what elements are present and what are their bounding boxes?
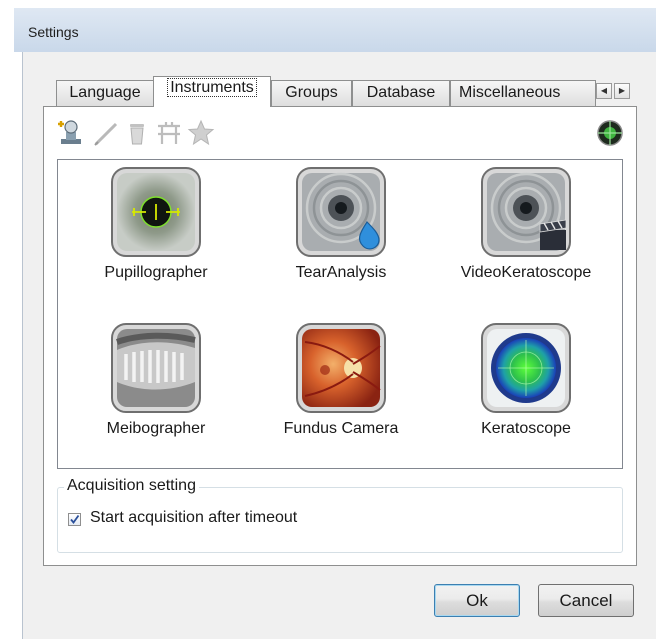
instrument-item-tearanalysis[interactable]: TearAnalysis	[251, 166, 431, 282]
tab-label: Miscellaneous	[459, 84, 561, 101]
tab-label: Database	[366, 84, 436, 101]
edit-pencil-icon[interactable]	[92, 118, 122, 148]
tab-groups[interactable]: Groups	[271, 80, 352, 106]
instrument-item-pupillographer[interactable]: Pupillographer	[66, 166, 246, 282]
triangle-left-icon: ◀	[600, 86, 608, 95]
tab-database[interactable]: Database	[352, 80, 450, 106]
tear-rings-icon	[296, 167, 386, 257]
video-rings-icon	[481, 167, 571, 257]
pupil-eye-icon	[111, 167, 201, 257]
favorite-star-icon[interactable]	[186, 118, 216, 148]
device-config-icon[interactable]	[154, 118, 184, 148]
instruments-tab-panel: Pupillographer TearAnalysis VideoKeratos…	[43, 106, 637, 566]
instrument-label: Meibographer	[106, 420, 206, 437]
instrument-item-keratoscope[interactable]: Keratoscope	[436, 322, 616, 438]
cornea-map-icon	[481, 323, 571, 413]
tab-language[interactable]: Language	[56, 80, 154, 106]
instrument-item-fundus-camera[interactable]: Fundus Camera	[251, 322, 431, 438]
dialog-client-area: Language Instruments Groups Database Mis…	[22, 52, 656, 639]
checkmark-icon	[70, 514, 80, 524]
triangle-right-icon: ▶	[618, 86, 626, 95]
instrument-item-videokeratoscope[interactable]: VideoKeratoscope	[436, 166, 616, 282]
retina-fundus-icon	[296, 323, 386, 413]
tab-miscellaneous[interactable]: Miscellaneous	[450, 80, 596, 106]
settings-window: Settings Language Instruments Groups Dat…	[14, 8, 656, 639]
start-acquisition-checkbox[interactable]	[68, 513, 81, 526]
add-instrument-icon[interactable]	[56, 118, 86, 148]
tab-label: Instruments	[167, 78, 257, 97]
tab-scroll-right-button[interactable]: ▶	[614, 83, 630, 99]
delete-trash-icon[interactable]	[122, 118, 152, 148]
cancel-button[interactable]: Cancel	[538, 584, 634, 617]
tab-label: Groups	[285, 84, 338, 101]
instrument-label: TearAnalysis	[295, 264, 387, 281]
instrument-label: Pupillographer	[104, 264, 208, 281]
crosshair-status-icon[interactable]	[596, 119, 624, 147]
acquisition-setting-group: Acquisition setting Start acquisition af…	[57, 477, 623, 553]
instrument-label: Fundus Camera	[283, 420, 399, 437]
group-title: Acquisition setting	[64, 477, 199, 495]
title-bar[interactable]: Settings	[14, 8, 656, 52]
eyelid-gland-icon	[111, 323, 201, 413]
tab-label: Language	[69, 84, 141, 101]
tab-instruments[interactable]: Instruments	[153, 76, 271, 107]
instrument-label: Keratoscope	[481, 420, 571, 437]
instrument-list: Pupillographer TearAnalysis VideoKeratos…	[57, 159, 623, 469]
instrument-item-meibographer[interactable]: Meibographer	[66, 322, 246, 438]
ok-button[interactable]: Ok	[434, 584, 520, 617]
window-title: Settings	[28, 24, 79, 40]
checkbox-label[interactable]: Start acquisition after timeout	[90, 509, 297, 527]
tab-scroll-left-button[interactable]: ◀	[596, 83, 612, 99]
instrument-label: VideoKeratoscope	[460, 264, 592, 281]
